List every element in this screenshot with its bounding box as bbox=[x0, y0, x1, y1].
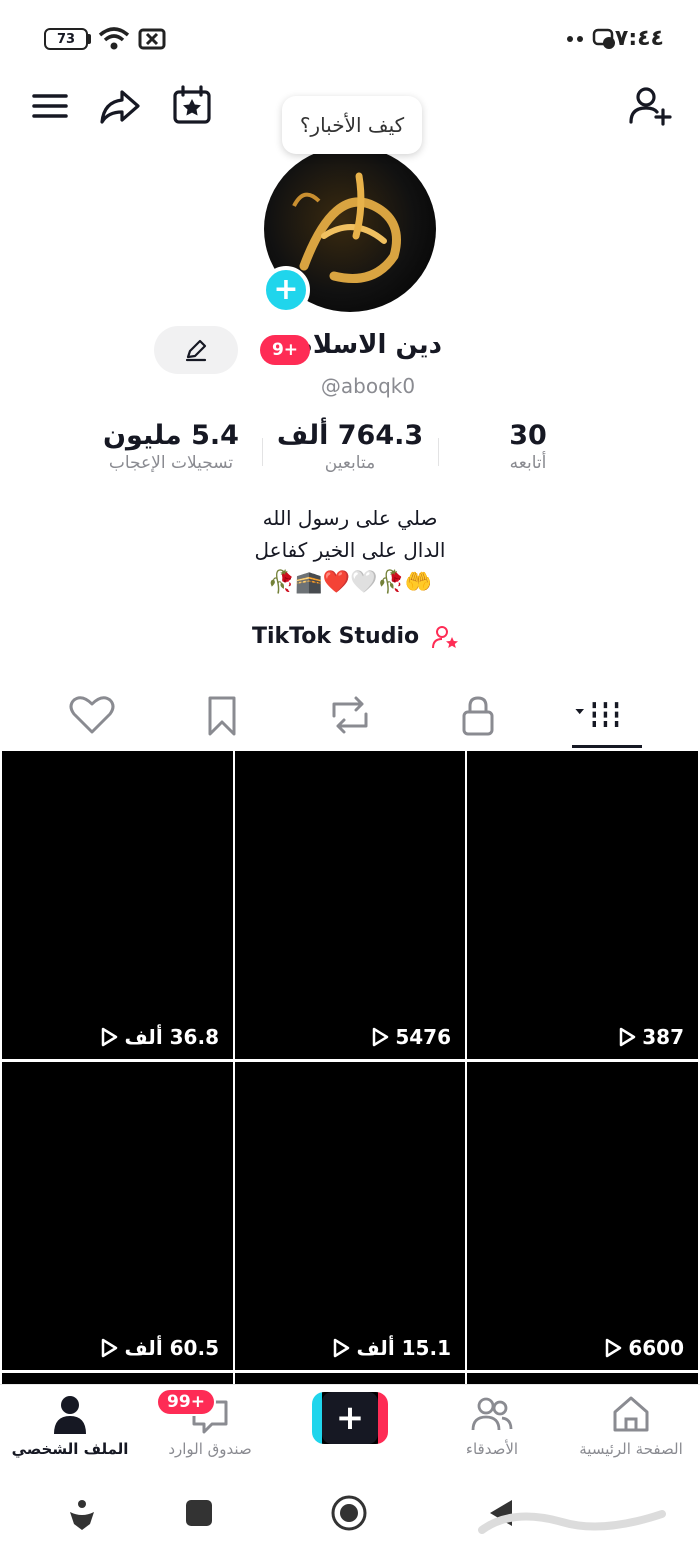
friends-icon bbox=[471, 1397, 513, 1431]
create-button[interactable]: + bbox=[322, 1392, 378, 1444]
tab-liked-heart-icon[interactable] bbox=[62, 690, 122, 740]
recents-button[interactable] bbox=[186, 1500, 212, 1526]
bio-line: صلي على رسول الله bbox=[262, 506, 438, 530]
tiktok-studio-link[interactable]: TikTok Studio bbox=[252, 624, 461, 650]
home-button[interactable] bbox=[330, 1494, 368, 1532]
status-bubble[interactable]: كيف الأخبار؟ bbox=[282, 96, 422, 154]
play-icon bbox=[606, 1338, 622, 1358]
profile-name: دين الاسلام bbox=[293, 330, 442, 360]
battery-indicator: 73 bbox=[44, 28, 88, 50]
play-icon bbox=[373, 1027, 389, 1047]
inbox-badge: 99+ bbox=[156, 1388, 216, 1416]
video-tile[interactable]: 5476 bbox=[235, 751, 465, 1059]
status-bar: 73 ٧:٤٤ bbox=[0, 0, 700, 80]
view-count: 5476 bbox=[371, 1025, 451, 1049]
view-count: 387 bbox=[618, 1025, 684, 1049]
view-count: 15.1 ألف bbox=[332, 1336, 451, 1360]
video-tile[interactable]: 36.8 ألف bbox=[2, 751, 233, 1059]
chat-app-icon bbox=[592, 28, 615, 49]
stat-following[interactable]: 30 أتابعه bbox=[486, 420, 570, 473]
username: @aboqk0 bbox=[320, 374, 416, 398]
add-friend-icon[interactable] bbox=[626, 82, 674, 130]
nav-home[interactable]: الصفحة الرئيسية bbox=[566, 1392, 696, 1458]
view-count: 36.8 ألف bbox=[100, 1025, 219, 1049]
stat-divider bbox=[262, 438, 263, 466]
video-tile[interactable]: 60.5 ألف bbox=[2, 1062, 233, 1370]
bio-emoji-line: 🤲🥀🤍❤️🕋🥀 bbox=[267, 570, 433, 595]
battery-tip bbox=[88, 34, 91, 44]
view-count: 6600 bbox=[604, 1336, 684, 1360]
watermark-logo bbox=[478, 1510, 666, 1534]
stat-followers[interactable]: 764.3 ألف متابعين bbox=[276, 420, 424, 473]
calendar-star-icon[interactable] bbox=[168, 82, 216, 130]
profile-person-icon bbox=[54, 1396, 86, 1434]
nav-profile[interactable]: الملف الشخصي bbox=[10, 1392, 130, 1458]
stat-likes: 5.4 مليون تسجيلات الإعجاب bbox=[103, 420, 239, 473]
play-icon bbox=[334, 1338, 350, 1358]
stat-divider bbox=[438, 438, 439, 466]
menu-icon[interactable] bbox=[26, 82, 74, 130]
share-icon[interactable] bbox=[96, 82, 144, 130]
tab-private-lock-icon[interactable] bbox=[448, 690, 508, 740]
add-story-button[interactable]: + bbox=[262, 266, 310, 314]
play-icon bbox=[102, 1338, 118, 1358]
dots-icon bbox=[567, 36, 583, 42]
pencil-icon bbox=[185, 339, 207, 362]
video-tile[interactable]: 387 bbox=[467, 751, 698, 1059]
no-sim-icon bbox=[138, 28, 166, 50]
active-tab-indicator bbox=[572, 745, 642, 748]
video-tile[interactable]: 6600 bbox=[467, 1062, 698, 1370]
accessibility-icon[interactable] bbox=[64, 1496, 100, 1532]
wifi-icon bbox=[98, 27, 130, 50]
clock: ٧:٤٤ bbox=[614, 26, 664, 51]
tab-reposts-icon[interactable] bbox=[320, 690, 380, 740]
play-icon bbox=[620, 1027, 636, 1047]
play-icon bbox=[102, 1027, 118, 1047]
tab-videos-grid-icon[interactable] bbox=[572, 690, 632, 740]
creator-star-icon bbox=[431, 626, 458, 649]
bio-line: الدال على الخير كفاعل bbox=[254, 538, 446, 562]
edit-profile-button[interactable] bbox=[154, 326, 238, 374]
home-icon bbox=[613, 1396, 649, 1432]
notification-badge[interactable]: 9+ bbox=[260, 335, 310, 365]
video-tile[interactable]: 15.1 ألف bbox=[235, 1062, 465, 1370]
nav-friends[interactable]: الأصدقاء bbox=[432, 1392, 552, 1458]
tab-favorites-bookmark-icon[interactable] bbox=[192, 690, 252, 740]
view-count: 60.5 ألف bbox=[100, 1336, 219, 1360]
